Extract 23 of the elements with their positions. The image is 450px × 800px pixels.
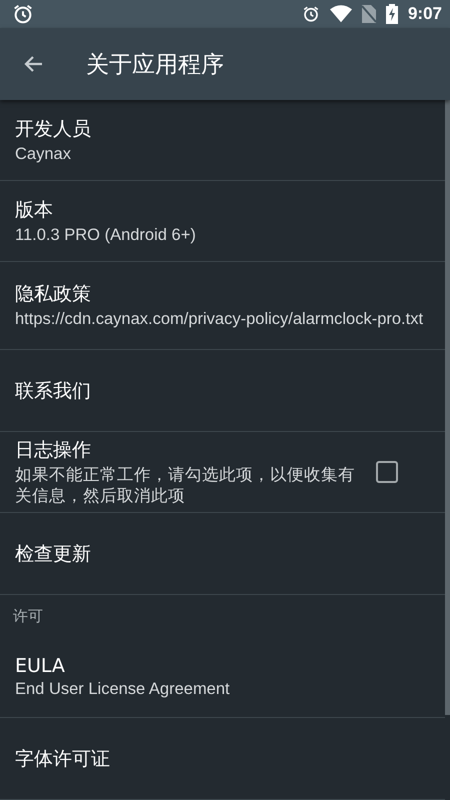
section-header: 许可 xyxy=(13,606,43,626)
item-summary: https://cdn.caynax.com/privacy-policy/alarmclock-pro.txt xyxy=(15,309,424,330)
item-title: 版本 xyxy=(15,198,54,223)
item-title: 隐私政策 xyxy=(15,282,92,308)
alarm-clock-icon xyxy=(302,5,320,23)
item-title: 日志操作 xyxy=(15,438,92,464)
no-sim-icon xyxy=(362,5,376,23)
settings-item[interactable]: 字体许可证 xyxy=(0,718,445,800)
item-summary: 11.0.3 PRO (Android 6+) xyxy=(15,224,197,246)
item-title: EULA xyxy=(15,654,66,677)
item-summary: Caynax xyxy=(15,144,72,164)
item-title: 字体许可证 xyxy=(15,746,111,772)
battery-charging-icon xyxy=(386,4,398,24)
item-title: 开发人员 xyxy=(15,116,92,142)
item-summary: End User License Agreement xyxy=(15,678,231,700)
screen-title: 关于应用程序 xyxy=(86,50,224,80)
wifi-icon xyxy=(330,5,352,23)
checkbox[interactable] xyxy=(376,461,398,483)
item-summary: 如果不能正常工作，请勾选此项，以便收集有关信息，然后取消此项 xyxy=(15,465,356,507)
status-time: 9:07 xyxy=(408,4,442,24)
item-title: 联系我们 xyxy=(15,378,92,404)
item-title: 检查更新 xyxy=(15,542,92,566)
alarm-clock-icon xyxy=(12,3,34,25)
